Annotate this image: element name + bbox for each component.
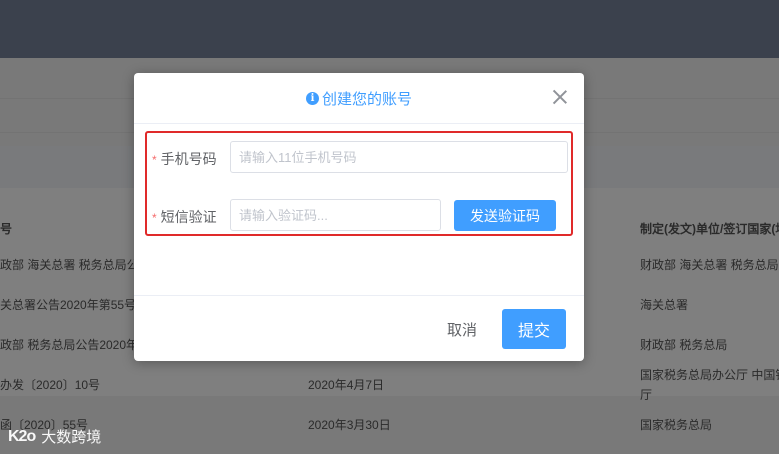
dialog-title-text: 创建您的账号 <box>321 91 412 108</box>
cancel-button[interactable]: 取消 <box>434 310 490 348</box>
info-icon: i <box>305 92 319 105</box>
required-mark: * <box>152 211 157 225</box>
watermark-logo: K2o <box>8 427 36 445</box>
code-label-text: 短信验证 <box>160 209 217 225</box>
phone-label: * 手机号码 <box>152 149 217 169</box>
watermark-text: 大数跨境 <box>41 429 102 446</box>
send-code-button[interactable]: 发送验证码 <box>454 200 556 231</box>
dialog-title: i 创建您的账号 <box>134 88 584 109</box>
phone-input[interactable] <box>230 141 568 173</box>
code-label: * 短信验证 <box>152 207 217 227</box>
submit-button[interactable]: 提交 <box>502 309 566 349</box>
close-icon[interactable] <box>552 89 568 105</box>
phone-label-text: 手机号码 <box>160 151 217 167</box>
create-account-dialog: i 创建您的账号 *手机号码 *短信验证 发送验证码 取消 提交 <box>134 73 584 361</box>
watermark: K2o 大数跨境 <box>8 426 101 447</box>
dialog-header: i 创建您的账号 <box>134 73 584 124</box>
top-nav-bar <box>0 0 779 58</box>
verification-code-input[interactable] <box>230 199 441 231</box>
required-mark: * <box>152 153 157 167</box>
footer-divider <box>134 295 584 296</box>
